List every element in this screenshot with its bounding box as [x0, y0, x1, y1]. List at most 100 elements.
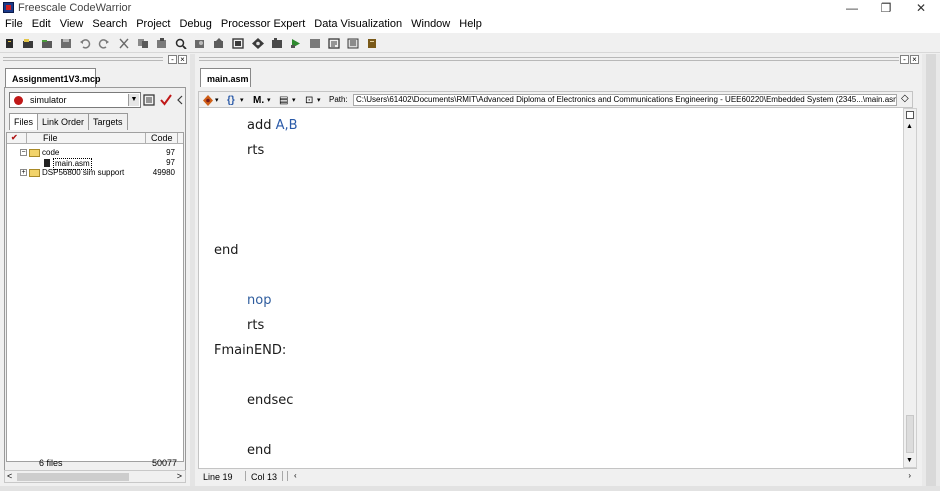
document-settings-icon[interactable]: ▤: [279, 95, 288, 106]
menu-file[interactable]: File: [5, 17, 32, 33]
markers-icon[interactable]: M.: [253, 95, 264, 106]
editor-close-button[interactable]: ×: [910, 55, 919, 64]
caption-grip[interactable]: [199, 57, 899, 58]
find-in-files-icon[interactable]: [194, 38, 206, 49]
split-view-icon[interactable]: [906, 111, 914, 119]
target-select[interactable]: simulator ▼: [9, 92, 141, 108]
chevron-down-icon[interactable]: ▼: [128, 94, 139, 106]
tab-files[interactable]: Files: [9, 113, 39, 130]
status-divider: [287, 471, 288, 481]
caption-grip[interactable]: [199, 60, 899, 61]
column-divider[interactable]: [26, 133, 27, 144]
new-file-icon[interactable]: [22, 38, 34, 49]
main-toolbar: [0, 34, 940, 53]
layout-icon[interactable]: [347, 38, 359, 49]
window-edge: [922, 54, 940, 486]
close-button[interactable]: ✕: [905, 0, 937, 17]
codewarrior-app-icon: [3, 2, 14, 13]
save-icon[interactable]: [60, 38, 72, 49]
settings-icon[interactable]: [252, 38, 264, 49]
maximize-button[interactable]: ❐: [870, 0, 902, 17]
tree-row-code[interactable]: − code 97: [7, 148, 183, 158]
column-header-file[interactable]: File: [43, 133, 58, 144]
menu-project[interactable]: Project: [136, 17, 179, 33]
chevron-down-icon[interactable]: ▾: [215, 95, 219, 106]
menu-data-visualization[interactable]: Data Visualization: [314, 17, 411, 33]
find-icon[interactable]: [175, 38, 187, 49]
scroll-right-arrow[interactable]: ›: [908, 471, 911, 480]
paste-icon[interactable]: [156, 38, 168, 49]
scroll-down-arrow[interactable]: ▼: [906, 457, 913, 464]
project-close-button[interactable]: ×: [178, 55, 187, 64]
code-line: FmainEND:: [214, 343, 287, 358]
editor-window: - × main.asm ▾ {} ▾ M. ▾ ▤ ▾ ⊡ ▾ Path: C…: [195, 54, 922, 486]
editor-minimize-button[interactable]: -: [900, 55, 909, 64]
tree-row-main-asm[interactable]: main.asm 97: [7, 158, 183, 170]
scroll-left-arrow[interactable]: ‹: [294, 471, 297, 480]
file-path-field[interactable]: C:\Users\61402\Documents\RMIT\Advanced D…: [353, 94, 897, 106]
code-line: nop: [247, 293, 272, 308]
build-icon[interactable]: [232, 38, 244, 49]
path-label: Path:: [329, 95, 348, 104]
new-project-icon[interactable]: [4, 38, 16, 49]
minimize-button[interactable]: —: [836, 0, 868, 17]
column-divider[interactable]: [177, 133, 178, 144]
redo-icon[interactable]: [98, 38, 110, 49]
path-options-diamond-icon[interactable]: ◇: [901, 93, 909, 104]
menu-processor-expert[interactable]: Processor Expert: [221, 17, 314, 33]
menu-debug[interactable]: Debug: [179, 17, 220, 33]
status-divider: [282, 471, 283, 481]
bookmark-icon[interactable]: [271, 38, 283, 49]
collapse-icon[interactable]: −: [20, 149, 27, 156]
column-divider[interactable]: [145, 133, 146, 144]
tree-row-label: DSP56800 sim support: [42, 168, 125, 177]
caption-grip[interactable]: [3, 57, 163, 58]
tab-targets[interactable]: Targets: [88, 113, 128, 130]
menu-search[interactable]: Search: [92, 17, 136, 33]
chevron-down-icon[interactable]: ▾: [240, 95, 244, 106]
chevron-down-icon[interactable]: ▾: [292, 95, 296, 106]
scroll-left-arrow[interactable]: <: [7, 471, 12, 481]
scroll-right-arrow[interactable]: >: [177, 471, 182, 481]
open-icon[interactable]: [41, 38, 53, 49]
tree-row-dsp56800-sim-support[interactable]: + DSP56800 sim support 49980: [7, 168, 183, 178]
target-settings-icon[interactable]: [143, 94, 155, 106]
menu-window[interactable]: Window: [411, 17, 459, 33]
column-header-code[interactable]: Code: [151, 133, 173, 144]
code-editor[interactable]: add A,B rts end nop rts FmainEND: endsec…: [198, 108, 903, 468]
lock-icon[interactable]: ⊡: [305, 95, 313, 106]
editor-vertical-scrollbar[interactable]: ▲ ▼: [903, 108, 917, 468]
stop-icon[interactable]: [309, 38, 321, 49]
copy-icon[interactable]: [137, 38, 149, 49]
debug-icon[interactable]: [290, 38, 302, 49]
chevron-down-icon[interactable]: ▾: [267, 95, 271, 106]
caption-grip[interactable]: [3, 60, 163, 61]
notes-icon[interactable]: [366, 38, 378, 49]
tab-link-order[interactable]: Link Order: [37, 113, 90, 130]
functions-icon[interactable]: {}: [227, 95, 235, 106]
code-line: add A,B: [247, 118, 298, 133]
outer-scrollbar[interactable]: [926, 54, 936, 486]
cut-icon[interactable]: [118, 38, 130, 49]
scrollbar-thumb[interactable]: [906, 415, 914, 453]
scrollbar-thumb[interactable]: [17, 473, 129, 481]
checkmark-column-icon[interactable]: ✔: [11, 133, 18, 142]
tab-main-asm[interactable]: main.asm: [200, 68, 251, 87]
window-icon[interactable]: [328, 38, 340, 49]
scroll-up-arrow[interactable]: ▲: [906, 123, 913, 130]
chevron-down-icon[interactable]: ▾: [317, 95, 321, 106]
project-minimize-button[interactable]: -: [168, 55, 177, 64]
menu-view[interactable]: View: [60, 17, 93, 33]
expand-icon[interactable]: +: [20, 169, 27, 176]
scroll-left-icon[interactable]: [176, 94, 184, 106]
undo-icon[interactable]: [79, 38, 91, 49]
code-line: endsec: [247, 393, 294, 408]
replace-icon[interactable]: [213, 38, 225, 49]
menu-edit[interactable]: Edit: [32, 17, 60, 33]
header-files-icon[interactable]: [203, 95, 213, 106]
project-horizontal-scrollbar[interactable]: < >: [4, 470, 186, 483]
synchronize-checkmark-icon[interactable]: [160, 94, 172, 106]
menu-help[interactable]: Help: [459, 17, 491, 33]
tab-project-file[interactable]: Assignment1V3.mcp: [5, 68, 101, 87]
code-line: end: [214, 243, 239, 258]
